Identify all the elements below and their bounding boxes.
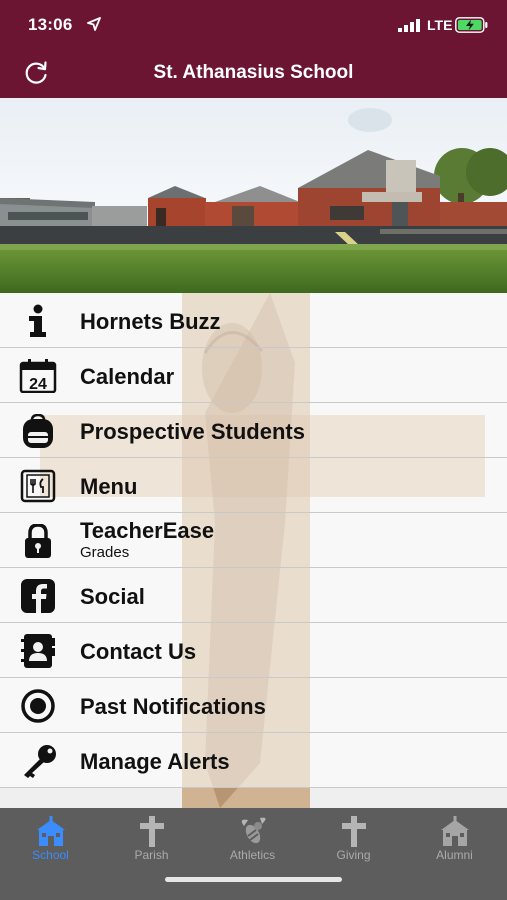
cross-icon [140, 816, 164, 847]
menu-item-manage-alerts[interactable]: Manage Alerts [0, 733, 507, 788]
menu-item-sublabel: Grades [80, 544, 130, 561]
school-icon [37, 816, 65, 846]
key-icon [24, 745, 56, 778]
tab-athletics[interactable]: Athletics [202, 808, 303, 878]
tab-label: Parish [134, 848, 169, 862]
menu-item-label: Past Notifications [80, 694, 266, 719]
contact-book-icon [21, 634, 55, 668]
tab-label: Athletics [229, 848, 276, 862]
tab-label: Alumni [436, 848, 473, 862]
tab-school[interactable]: School [0, 808, 101, 878]
tab-alumni[interactable]: Alumni [404, 808, 505, 878]
menu-item-teacherease[interactable]: TeacherEase Grades [0, 513, 507, 568]
cross-icon [342, 816, 366, 847]
facebook-icon [21, 579, 55, 613]
app-header: 13:06 LTE St. Athanasius School [0, 0, 507, 98]
tab-parish[interactable]: Parish [101, 808, 202, 878]
menu-item-label: Contact Us [80, 639, 197, 664]
location-arrow-icon [87, 17, 101, 31]
battery-charging-icon [455, 17, 488, 33]
menu-item-label: Menu [80, 474, 138, 499]
menu-item-label: Hornets Buzz [80, 309, 221, 334]
bottom-tab-bar: School Parish Athletics Giving Alumni [0, 808, 507, 900]
network-type: LTE [427, 17, 453, 33]
menu-item-past-notifications[interactable]: Past Notifications [0, 678, 507, 733]
radio-target-icon [21, 689, 55, 723]
school-icon [441, 816, 469, 846]
menu-item-contact-us[interactable]: Contact Us [0, 623, 507, 678]
menu-item-calendar[interactable]: 24 Calendar [0, 348, 507, 403]
status-time: 13:06 [28, 15, 73, 34]
menu-item-label: Manage Alerts [80, 749, 230, 774]
tab-label: Giving [336, 848, 371, 862]
hornet-icon [241, 817, 266, 844]
menu-item-label: Calendar [80, 364, 175, 389]
home-indicator[interactable] [165, 877, 342, 882]
cell-signal-icon [398, 19, 420, 32]
menu-item-social[interactable]: Social [0, 568, 507, 623]
tab-label: School [32, 848, 69, 862]
main-menu: Hornets Buzz 24 Calendar Prospective Stu… [0, 293, 507, 808]
info-icon [29, 304, 46, 337]
calendar-icon: 24 [19, 359, 57, 393]
status-bar: 13:06 LTE [0, 0, 507, 50]
school-photo [0, 98, 507, 293]
page-title: St. Athanasius School [153, 62, 354, 83]
menu-item-label: Prospective Students [80, 419, 305, 444]
menu-item-label: Social [80, 584, 145, 609]
tab-giving[interactable]: Giving [303, 808, 404, 878]
lock-icon [25, 524, 51, 558]
menu-item-prospective-students[interactable]: Prospective Students [0, 403, 507, 458]
backpack-icon [23, 414, 53, 448]
food-menu-icon [20, 469, 56, 503]
menu-item-menu[interactable]: Menu [0, 458, 507, 513]
menu-item-label: TeacherEase [80, 518, 215, 543]
calendar-icon-text: 24 [29, 376, 47, 393]
menu-item-hornets-buzz[interactable]: Hornets Buzz [0, 293, 507, 348]
